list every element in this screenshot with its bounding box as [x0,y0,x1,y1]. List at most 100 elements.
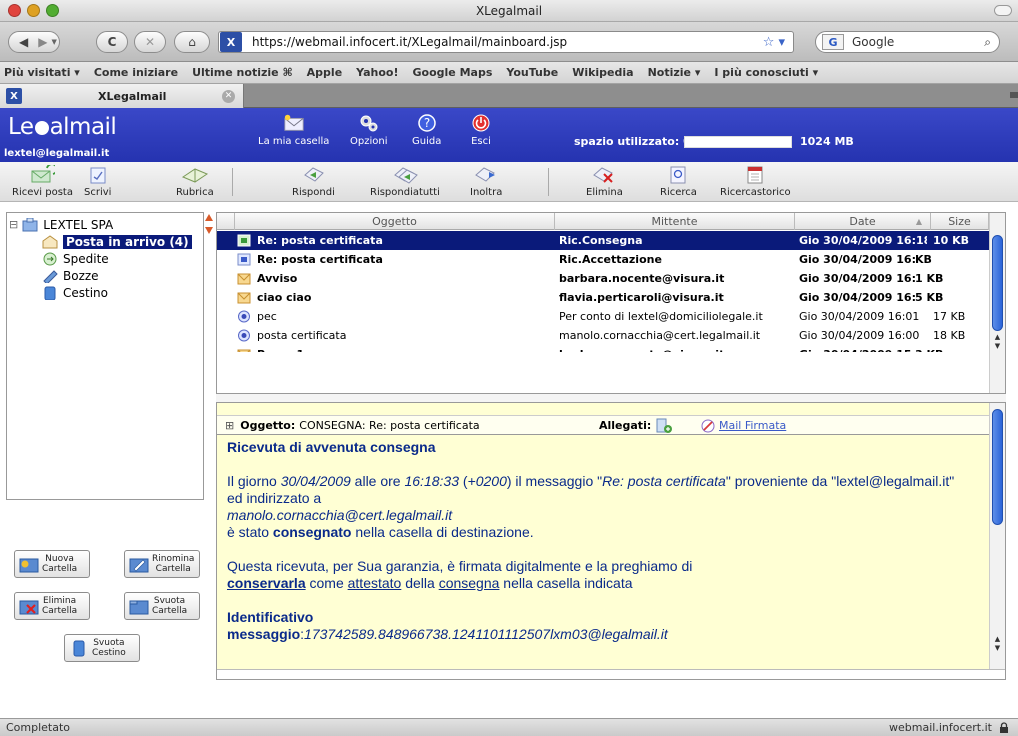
panel-splitter[interactable] [216,394,1006,402]
bookmark-getting-started[interactable]: Come iniziare [94,66,178,79]
receipt-status: consegnato [272,524,352,540]
tab-xlegalmail[interactable]: X XLegalmail ✕ [0,84,244,108]
column-header-icon[interactable] [217,213,235,230]
delete-label: Elimina [586,187,623,198]
forward-button[interactable]: Inoltra [470,164,502,198]
message-list: Oggetto Mittente Date ▲ Size Re: posta ce… [216,212,1006,394]
empty-trash-button[interactable]: Svuota Cestino [64,634,140,662]
message-subject: ciao ciao [257,291,312,304]
expand-header-icon[interactable]: ⊞ [225,419,234,432]
bookmark-latest-news[interactable]: Ultime notizie ⌘ [192,66,293,79]
folder-sent-label: Spedite [63,251,109,266]
help-button[interactable]: ? Guida [412,112,441,147]
message-date: Gio 30/04/2009 16:00 [799,329,920,342]
message-list-scrollbar[interactable]: ▲ ▼ [989,213,1005,393]
folder-sent[interactable]: Spedite [41,250,109,267]
message-row[interactable]: Prova 1 barbara.nocente@visura.it Gio 30… [217,345,989,352]
history-search-button[interactable]: Ricercastorico [720,164,791,198]
delete-folder-icon [19,600,39,615]
column-header-subject[interactable]: Oggetto [235,213,555,230]
message-row[interactable]: Avviso barbara.nocente@visura.it Gio 30/… [217,269,989,288]
preview-subject: CONSEGNA: Re: posta certificata [299,418,480,432]
folder-root[interactable]: ⊟ LEXTEL SPA [9,216,113,233]
back-button[interactable]: ◀ ▶ ▼ [8,31,60,53]
scroll-arrows-icon[interactable]: ▲ ▼ [990,333,1005,351]
empty-folder-icon [129,600,149,615]
bookmark-news[interactable]: Notizie ▾ [648,66,701,79]
inbox-icon [42,234,58,248]
folder-trash[interactable]: Cestino [41,284,108,301]
folder-drafts[interactable]: Bozze [41,267,99,284]
address-book-button[interactable]: Rubrica [176,164,214,198]
tab-title[interactable]: XLegalmail [98,90,222,103]
search-engine-label[interactable]: Google [852,35,984,49]
signature-icon [701,419,715,433]
scroll-arrows-icon[interactable]: ▲ ▼ [990,635,1005,653]
new-folder-button[interactable]: Nuova Cartella [14,550,90,578]
search-button[interactable]: Ricerca [660,164,697,198]
message-row[interactable]: pec Per conto di lextel@domiciliolegale.… [217,307,989,326]
navigation-toolbar: ◀ ▶ ▼ C ✕ ⌂ X https://webmail.infocert.i… [0,22,1018,62]
lock-icon[interactable] [998,722,1010,734]
reload-button[interactable]: C [96,31,128,53]
search-bar[interactable]: G Google ⌕ [815,31,1000,53]
signed-mail-link[interactable]: Mail Firmata [719,419,786,432]
message-row[interactable]: Re: posta certificata Ric.Accettazione G… [217,250,989,269]
forward-icon [474,164,498,186]
preview-scrollbar[interactable]: ▲ ▼ [989,403,1005,669]
tab-list-icon[interactable] [1010,92,1018,98]
rename-folder-button[interactable]: Rinomina Cartella [124,550,200,578]
message-subject: Re: posta certificata [257,234,383,247]
envelope-unread-icon [237,292,251,304]
rename-folder-icon [129,558,149,573]
bookmark-most-known[interactable]: I più conosciuti ▾ [714,66,818,79]
compose-button[interactable]: Scrivi [84,164,111,198]
bookmark-star-icon[interactable]: ☆ ▾ [763,35,785,50]
empty-folder-button[interactable]: Svuota Cartella [124,592,200,620]
bookmark-most-visited[interactable]: Più visitati ▾ [4,66,80,79]
attachment-icon[interactable] [655,418,673,434]
column-header-sender[interactable]: Mittente [555,213,795,230]
bookmarks-bar: Più visitati ▾ Come iniziare Ultime noti… [0,62,1018,84]
envelope-unread-icon [237,349,251,352]
message-row[interactable]: posta certificata manolo.cornacchia@cert… [217,326,989,345]
delete-button[interactable]: Elimina [586,164,623,198]
scrollbar-thumb[interactable] [992,409,1003,525]
message-row[interactable]: Re: posta certificata Ric.Consegna Gio 3… [217,231,989,250]
preview-body: Ricevuta di avvenuta consegna Il giorno … [227,439,967,660]
status-bar: Completato webmail.infocert.it [0,718,1018,736]
bookmark-google-maps[interactable]: Google Maps [413,66,493,79]
trash-bin-icon [73,640,85,657]
column-header-size[interactable]: Size [931,213,989,230]
folder-inbox-label: Posta in arrivo (4) [63,234,192,249]
home-button[interactable]: ⌂ [174,31,210,53]
receipt-accepted-icon [237,253,251,266]
tab-close-icon[interactable]: ✕ [222,89,235,103]
message-row[interactable]: ciao ciao flavia.perticaroli@visura.it G… [217,288,989,307]
url-text[interactable]: https://webmail.infocert.it/XLegalmail/m… [252,35,763,49]
column-header-date[interactable]: Date ▲ [795,213,931,230]
logout-button[interactable]: Esci [470,112,492,147]
google-logo-icon[interactable]: G [822,34,844,50]
search-icon[interactable]: ⌕ [984,35,991,50]
stop-button[interactable]: ✕ [134,31,166,53]
collapse-toggle-icon[interactable]: ⊟ [9,218,18,231]
reply-all-button[interactable]: Rispondiatutti [370,164,440,198]
reply-button[interactable]: Rispondi [292,164,335,198]
bookmark-wikipedia[interactable]: Wikipedia [572,66,633,79]
my-mailbox-button[interactable]: La mia casella [258,112,329,147]
scrollbar-thumb[interactable] [992,235,1003,331]
folder-inbox[interactable]: Posta in arrivo (4) [41,233,192,250]
address-bar[interactable]: X https://webmail.infocert.it/XLegalmail… [218,31,794,53]
minimize-window-button[interactable] [27,4,40,17]
close-window-button[interactable] [8,4,21,17]
panel-resize-handle[interactable] [204,212,214,236]
options-button[interactable]: Opzioni [350,112,387,147]
toolbar-toggle-button[interactable] [994,5,1012,16]
bookmark-apple[interactable]: Apple [307,66,343,79]
bookmark-yahoo[interactable]: Yahoo! [356,66,398,79]
bookmark-youtube[interactable]: YouTube [506,66,558,79]
receive-mail-button[interactable]: Ricevi posta [12,164,73,198]
delete-folder-button[interactable]: Elimina Cartella [14,592,90,620]
zoom-window-button[interactable] [46,4,59,17]
